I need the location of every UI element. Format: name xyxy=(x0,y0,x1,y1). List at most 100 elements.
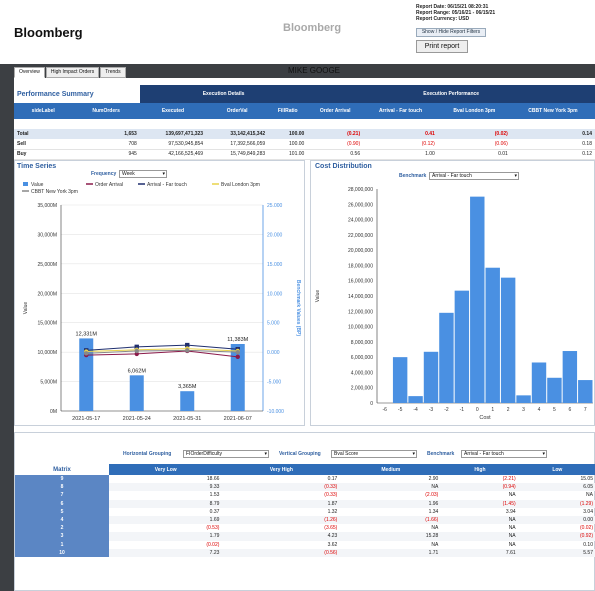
y-tick-label: 26,000,000 xyxy=(348,202,373,208)
matrix-cell: 0.00 xyxy=(518,515,595,525)
tab-high-impact-orders[interactable]: High Impact Orders xyxy=(45,67,100,78)
matrix-row-label: 6 xyxy=(15,499,109,508)
bar-data-label: 11,383M xyxy=(227,337,248,343)
cell: 0.14 xyxy=(510,129,595,139)
matrix-cell: 1.96 xyxy=(340,499,442,508)
cell: 97,530,945,854 xyxy=(139,139,207,150)
toggle-filters-button[interactable]: Show / Hide Report Filters xyxy=(416,28,486,37)
bloomberg-center-logo: Bloomberg xyxy=(283,22,342,34)
x-tick-label: 7 xyxy=(584,407,587,413)
y-right-tick-label: 10.000 xyxy=(267,291,283,297)
matrix-cell: (0.33) xyxy=(324,492,338,499)
col-orderval[interactable]: OrderVal xyxy=(206,103,269,119)
matrix-cell: 1.32 xyxy=(327,508,338,515)
matrix-cell: (0.33) xyxy=(222,483,341,492)
histogram-bar xyxy=(439,312,454,403)
report-currency: Report Currency: USD xyxy=(416,16,470,22)
print-report-button[interactable]: Print report xyxy=(416,40,468,53)
vertical-grouping-select[interactable]: Bval Score ▾ xyxy=(331,450,417,458)
matrix-row-label: 8 xyxy=(15,483,109,492)
col-high[interactable]: High xyxy=(441,464,519,475)
x-tick-label: 2021-06-07 xyxy=(224,416,252,422)
performance-summary-table: Performance Summary Execution Details Ex… xyxy=(14,85,595,160)
legend-label: Value xyxy=(31,182,44,188)
col-medium[interactable]: Medium xyxy=(340,464,442,475)
matrix-benchmark-select[interactable]: Arrival - Far touch ▾ xyxy=(461,450,547,458)
table-row: Buy 945 42,166,525,469 15,749,849,283 10… xyxy=(14,149,595,160)
x-tick-label: -6 xyxy=(382,407,387,413)
frequency-select[interactable]: Week ▾ xyxy=(119,170,167,178)
y-tick-label: 10,000M xyxy=(38,350,57,356)
matrix-cell: (0.56) xyxy=(222,548,341,557)
y-tick-label: 10,000,000 xyxy=(348,325,373,331)
y-axis-label: Value xyxy=(23,302,29,315)
table-row: 4 1.69 (1.26) (1.66) NA 0.00 xyxy=(15,515,595,525)
y-tick-label: 25,000M xyxy=(38,262,57,268)
cell: 42,166,525,469 xyxy=(139,149,207,160)
matrix-cell: NA xyxy=(508,541,516,548)
x-tick-label: 1 xyxy=(491,407,494,413)
x-tick-label: 2 xyxy=(507,407,510,413)
matrix-benchmark-label: Benchmark xyxy=(427,451,455,457)
matrix-cell: 5.57 xyxy=(518,548,595,557)
y-tick-label: 28,000,000 xyxy=(348,187,373,193)
y-tick-label: 0 xyxy=(370,401,373,407)
col-very-low[interactable]: Very Low xyxy=(109,464,223,475)
benchmark-point xyxy=(235,349,240,355)
col-executed[interactable]: Executed xyxy=(139,103,207,119)
vertical-grouping-label: Vertical Grouping xyxy=(279,451,321,457)
time-series-chart: Value Order Arrival Arrival - Far touch Bva… xyxy=(22,182,301,422)
execution-performance-header: Execution Performance xyxy=(307,85,595,103)
matrix-row-label: 9 xyxy=(15,475,109,484)
col-matrix: Matrix xyxy=(15,464,109,475)
matrix-row-label: 2 xyxy=(15,524,109,533)
y-tick-label: 2,000,000 xyxy=(351,386,373,392)
col-numorders[interactable]: NumOrders xyxy=(72,103,140,119)
matrix-cell: 8.79 xyxy=(109,499,223,508)
horizontal-grouping-label: Horizontal Grouping xyxy=(123,451,172,457)
matrix-table: Matrix Very Low Very High Medium High Lo… xyxy=(15,464,595,557)
table-row: 1 (0.02) 3.62 NA NA 0.10 xyxy=(15,540,595,549)
report-meta: Report Date: 06/15/21 08:20:31 Report Ra… xyxy=(416,4,495,22)
matrix-cell: (2.21) xyxy=(502,476,516,483)
table-row: 5 0.37 1.32 1.34 3.94 3.04 xyxy=(15,507,595,516)
chevron-down-icon: ▾ xyxy=(514,173,517,179)
cell: (0.90) xyxy=(307,139,364,150)
matrix-benchmark-value: Arrival - Far touch xyxy=(464,451,504,457)
y-right-tick-label: 20.000 xyxy=(267,232,283,238)
matrix-row-label: 7 xyxy=(15,491,109,500)
matrix-cell: NA xyxy=(441,532,519,541)
histogram-bar xyxy=(547,377,562,403)
tab-trends[interactable]: Trends xyxy=(100,67,126,78)
y-axis-label: Value xyxy=(315,290,321,303)
col-very-high[interactable]: Very High xyxy=(222,464,341,475)
frequency-value: Week xyxy=(122,171,135,177)
horizontal-grouping-select[interactable]: FIOrderDifficulty ▾ xyxy=(183,450,269,458)
col-arrival-far-touch[interactable]: Arrival - Far touch xyxy=(363,103,438,119)
value-bar xyxy=(129,375,144,411)
window-backdrop xyxy=(0,64,14,591)
col-fillratio[interactable]: FillRatio xyxy=(268,103,308,119)
col-sidelabel[interactable]: sideLabel xyxy=(14,103,73,119)
cell: 101.00 xyxy=(268,149,308,160)
cell: Total xyxy=(14,129,73,139)
benchmark-select[interactable]: Arrival - Far touch ▾ xyxy=(429,172,519,180)
x-tick-label: 2021-05-31 xyxy=(173,416,201,422)
cell: (0.06) xyxy=(437,139,511,150)
matrix-cell: (0.94) xyxy=(441,483,519,492)
col-order-arrival[interactable]: Order Arrival xyxy=(307,103,364,119)
y-right-tick-label: 15.000 xyxy=(267,262,283,268)
cell: (0.21) xyxy=(307,129,364,139)
col-bval-london[interactable]: Bval London 3pm xyxy=(437,103,511,119)
cell: 33,142,415,342 xyxy=(206,129,269,139)
matrix-cell: 4.23 xyxy=(222,532,341,541)
vertical-grouping-value: Bval Score xyxy=(334,451,359,457)
matrix-cell: NA xyxy=(431,525,439,532)
tab-overview[interactable]: Overview xyxy=(14,67,45,78)
y-tick-label: 6,000,000 xyxy=(351,355,373,361)
col-cbbt-new-york[interactable]: CBBT New York 3pm xyxy=(510,103,595,119)
y-tick-label: 4,000,000 xyxy=(351,370,373,376)
col-low[interactable]: Low xyxy=(518,464,595,475)
matrix-cell: NA xyxy=(508,492,516,499)
table-row: 7 1.53 (0.33) (2.03) NA NA xyxy=(15,491,595,500)
